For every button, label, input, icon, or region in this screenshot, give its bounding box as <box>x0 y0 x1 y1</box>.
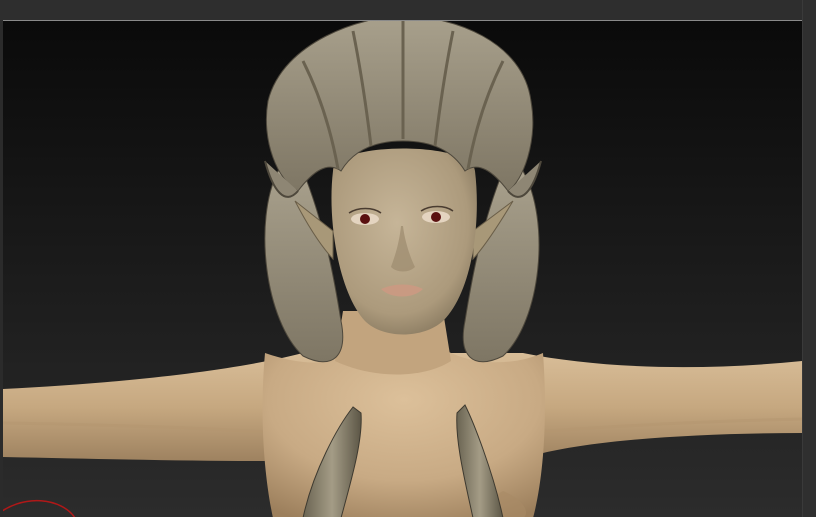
3d-viewport[interactable] <box>3 20 802 517</box>
top-toolbar-strip <box>0 0 816 20</box>
right-side-tray <box>802 0 816 517</box>
sculpt-canvas[interactable] <box>3 21 802 517</box>
zbrush-window <box>0 0 816 517</box>
